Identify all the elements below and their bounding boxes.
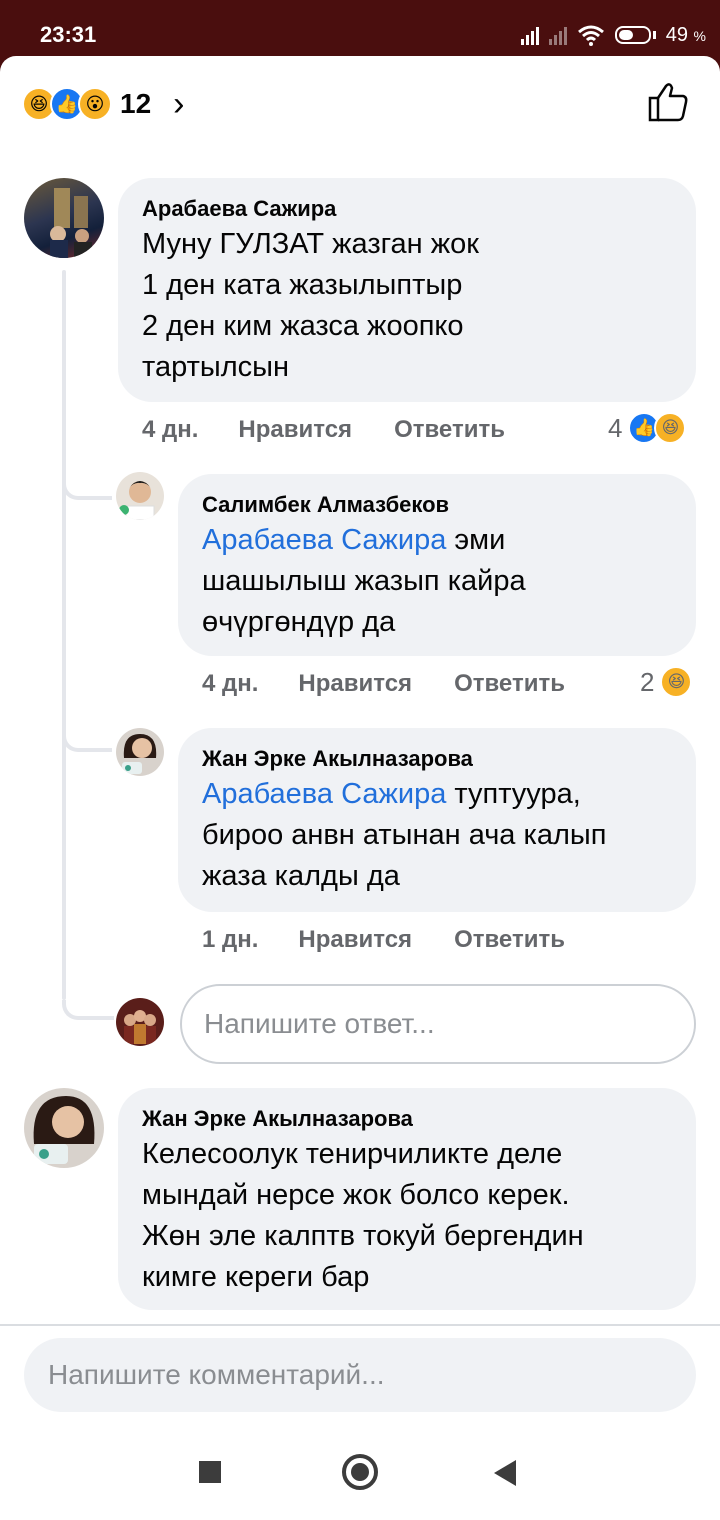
avatar-photo-icon	[122, 734, 157, 774]
comment-bubble: Жан Эрке Акылназарова Келесоолук тенирчи…	[118, 1088, 696, 1310]
comment-text: Муну ГУЛЗАТ жазган жок 1 ден ката жазылы…	[142, 224, 672, 388]
thread-branch	[62, 1000, 114, 1020]
comment-line: мындай нерсе жок болсо керек.	[142, 1179, 570, 1211]
comment-line: 1 ден ката жазылыптыр	[142, 269, 463, 301]
reply-line: Арабаева Сажира эми	[202, 520, 672, 561]
haha-icon: 😆	[654, 412, 687, 444]
reply-text: Арабаева Сажира эми шашылыш жазып кайра …	[202, 520, 672, 643]
mention-link[interactable]: Арабаева Сажира	[202, 524, 446, 556]
reply-reactions[interactable]: 2 😆	[640, 666, 693, 698]
comment-line: тартылсын	[142, 351, 289, 383]
signal-icon	[520, 25, 539, 45]
reply-bubble: Жан Эрке Акылназарова Арабаева Сажира ту…	[178, 728, 696, 912]
avatar[interactable]	[116, 728, 164, 776]
reply-author[interactable]: Жан Эрке Акылназарова	[202, 744, 672, 774]
wow-icon: 😮	[78, 87, 112, 121]
comment-bubble: Арабаева Сажира Муну ГУЛЗАТ жазган жок 1…	[118, 178, 696, 402]
chevron-right-icon[interactable]: ›	[173, 87, 184, 121]
divider	[0, 1324, 720, 1326]
reply-line: өчүргөндүр да	[202, 606, 396, 638]
battery-icon	[614, 26, 651, 44]
reply-line: шашылыш жазып кайра	[202, 565, 526, 597]
comment-actions: 4 дн. Нравится Ответить	[142, 416, 505, 444]
avatar-photo-icon	[33, 1096, 95, 1164]
status-bar: 23:31 49 %	[0, 0, 720, 56]
like-button[interactable]: Нравится	[298, 926, 412, 954]
avatar-photo-icon	[124, 1010, 156, 1044]
thread-branch	[62, 732, 112, 752]
reply-reaction-count: 2	[640, 666, 655, 697]
reply-text-part: туптуура,	[446, 778, 581, 810]
my-avatar	[116, 998, 164, 1046]
reply-author[interactable]: Салимбек Алмазбеков	[202, 490, 672, 520]
comment-time[interactable]: 4 дн.	[142, 416, 198, 444]
reply-line: Арабаева Сажира туптуура,	[202, 774, 672, 815]
wifi-icon	[577, 25, 604, 46]
comment-text: Келесоолук тенирчиликте деле мындай нерс…	[142, 1134, 672, 1298]
reply-bubble: Салимбек Алмазбеков Арабаева Сажира эми …	[178, 474, 696, 656]
comment-input[interactable]: Напишите комментарий...	[24, 1338, 696, 1412]
signal-2-icon	[548, 25, 567, 45]
status-icons: 49 %	[520, 20, 706, 50]
status-time: 23:31	[40, 22, 97, 47]
comment-author[interactable]: Арабаева Сажира	[142, 194, 672, 224]
reply-button[interactable]: Ответить	[454, 926, 565, 954]
reply-time[interactable]: 1 дн.	[202, 926, 258, 954]
comment-line: кимге кереги бар	[142, 1261, 370, 1293]
reply-actions: 1 дн. Нравится Ответить	[202, 926, 565, 954]
comment-line: Келесоолук тенирчиликте деле	[142, 1138, 563, 1170]
reply-text-part: эми	[446, 524, 506, 556]
thread-branch	[62, 480, 112, 500]
thumbs-up-icon[interactable]	[646, 80, 690, 124]
thread-line	[62, 270, 66, 1000]
home-icon[interactable]	[342, 1454, 378, 1490]
comment-line: Жөн эле калптв токуй бергендин	[142, 1220, 584, 1252]
avatar[interactable]	[116, 472, 164, 520]
recent-apps-icon[interactable]	[199, 1461, 221, 1483]
like-button[interactable]: Нравится	[238, 416, 352, 444]
back-icon[interactable]	[494, 1460, 516, 1486]
comment-author[interactable]: Жан Эрке Акылназарова	[142, 1104, 672, 1134]
avatar[interactable]	[24, 1088, 104, 1168]
reactions-count: 12	[120, 88, 152, 119]
battery-cap	[652, 31, 656, 39]
comment-reactions[interactable]: 4 👍 😆	[608, 412, 687, 444]
reply-input[interactable]: Напишите ответ...	[180, 984, 696, 1064]
mention-link[interactable]: Арабаева Сажира	[202, 778, 446, 810]
navigation-bar	[0, 1426, 720, 1520]
comment-reaction-count: 4	[608, 412, 623, 443]
comments-sheet: 😆 👍 😮 12 › Арабаева Сажира Муну ГУЛЗАТ ж…	[0, 56, 720, 1520]
like-button[interactable]: Нравится	[298, 670, 412, 698]
reply-line: бироо анвн атынан ача калып	[202, 819, 607, 851]
comment-line: 2 ден ким жазса жоопко	[142, 310, 464, 342]
reply-text: Арабаева Сажира туптуура, бироо анвн аты…	[202, 774, 672, 897]
reply-actions: 4 дн. Нравится Ответить	[202, 670, 565, 698]
comment-line: Муну ГУЛЗАТ жазган жок	[142, 228, 479, 260]
haha-icon: 😆	[660, 666, 693, 698]
battery-percent: 49 %	[665, 23, 706, 46]
avatar-photo-icon	[50, 188, 92, 258]
avatar[interactable]	[24, 178, 104, 258]
reply-time[interactable]: 4 дн.	[202, 670, 258, 698]
reply-button[interactable]: Ответить	[394, 416, 505, 444]
avatar-photo-icon	[119, 481, 155, 520]
reply-line: жаза калды да	[202, 860, 400, 892]
reactions-summary[interactable]: 😆 👍 😮 12 ›	[22, 84, 184, 124]
reply-button[interactable]: Ответить	[454, 670, 565, 698]
